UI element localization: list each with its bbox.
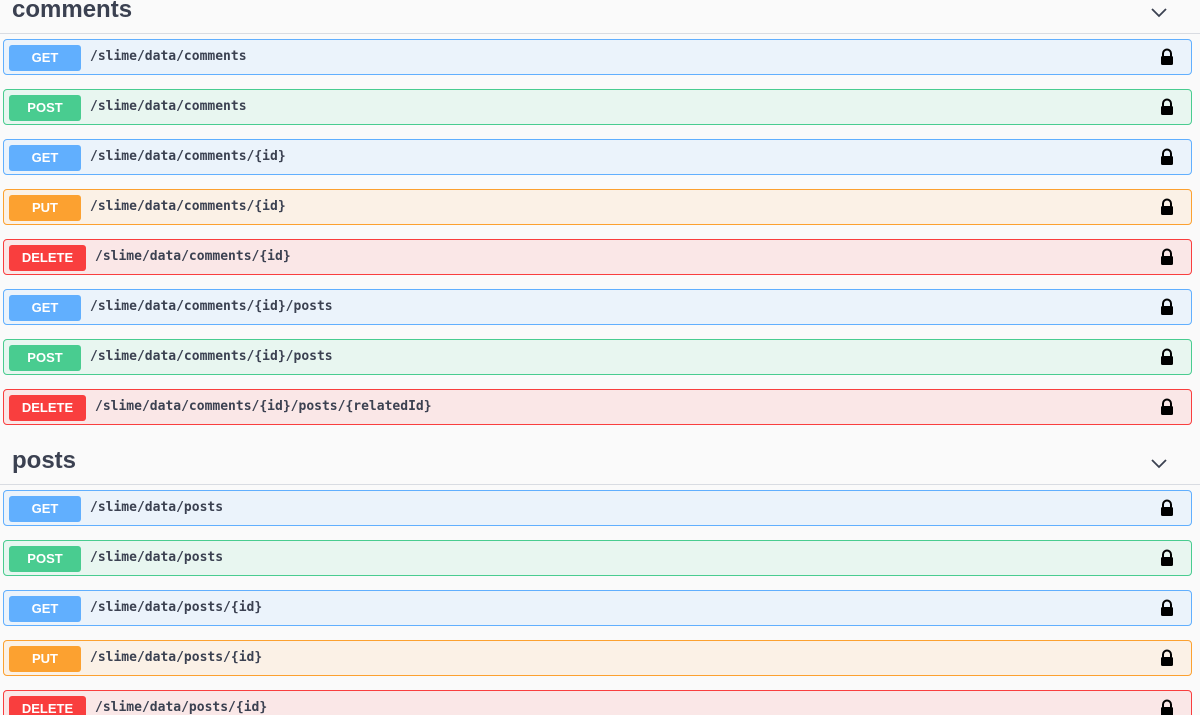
operation-path: /slime/data/comments/{id}: [95, 249, 291, 264]
operation-path: /slime/data/comments/{id}: [90, 199, 286, 214]
lock-icon[interactable]: [1159, 599, 1175, 617]
chevron-down-icon[interactable]: [1149, 453, 1169, 473]
tag-header[interactable]: comments: [0, 0, 1200, 34]
operation-path: /slime/data/comments: [90, 49, 247, 64]
operation-row[interactable]: DELETE /slime/data/posts/{id}: [3, 690, 1192, 715]
operation-path: /slime/data/comments: [90, 99, 247, 114]
tag-title: comments: [12, 0, 133, 23]
method-badge: GET: [9, 295, 81, 321]
lock-icon[interactable]: [1159, 549, 1175, 567]
lock-icon[interactable]: [1159, 248, 1175, 266]
operation-row[interactable]: DELETE /slime/data/comments/{id}: [3, 239, 1192, 275]
operation-row[interactable]: POST /slime/data/comments/{id}/posts: [3, 339, 1192, 375]
method-badge: GET: [9, 496, 81, 522]
operation-row[interactable]: POST /slime/data/posts: [3, 540, 1192, 576]
lock-icon[interactable]: [1159, 649, 1175, 667]
method-badge: GET: [9, 145, 81, 171]
method-badge: POST: [9, 345, 81, 371]
tag-header[interactable]: posts: [0, 439, 1200, 485]
operation-path: /slime/data/comments/{id}/posts/{related…: [95, 399, 432, 414]
method-badge: DELETE: [9, 245, 86, 271]
tag-title: posts: [12, 447, 77, 474]
method-badge: POST: [9, 95, 81, 121]
method-badge: GET: [9, 596, 81, 622]
operation-path: /slime/data/comments/{id}: [90, 149, 286, 164]
method-badge: GET: [9, 45, 81, 71]
operation-row[interactable]: POST /slime/data/comments: [3, 89, 1192, 125]
operation-path: /slime/data/posts: [90, 500, 224, 515]
operation-path: /slime/data/posts/{id}: [95, 700, 268, 715]
lock-icon[interactable]: [1159, 348, 1175, 366]
lock-icon[interactable]: [1159, 398, 1175, 416]
method-badge: DELETE: [9, 395, 86, 421]
lock-icon[interactable]: [1159, 499, 1175, 517]
operation-row[interactable]: DELETE /slime/data/comments/{id}/posts/{…: [3, 389, 1192, 425]
operation-path: /slime/data/posts: [90, 550, 224, 565]
method-badge: PUT: [9, 646, 81, 672]
operation-path: /slime/data/comments/{id}/posts: [90, 299, 333, 314]
operation-row[interactable]: GET /slime/data/comments/{id}/posts: [3, 289, 1192, 325]
operation-path: /slime/data/posts/{id}: [90, 600, 263, 615]
lock-icon[interactable]: [1159, 98, 1175, 116]
operations-list: GET /slime/data/posts POST /slime/data/p…: [0, 485, 1200, 715]
operation-row[interactable]: GET /slime/data/comments: [3, 39, 1192, 75]
lock-icon[interactable]: [1159, 699, 1175, 715]
operation-row[interactable]: PUT /slime/data/posts/{id}: [3, 640, 1192, 676]
method-badge: DELETE: [9, 696, 86, 715]
lock-icon[interactable]: [1159, 298, 1175, 316]
operation-path: /slime/data/comments/{id}/posts: [90, 349, 333, 364]
tag-section-posts: posts GET /slime/data/posts POST /slime/…: [0, 439, 1200, 715]
operations-list: GET /slime/data/comments POST /slime/dat…: [0, 34, 1200, 425]
lock-icon[interactable]: [1159, 48, 1175, 66]
method-badge: POST: [9, 546, 81, 572]
lock-icon[interactable]: [1159, 198, 1175, 216]
lock-icon[interactable]: [1159, 148, 1175, 166]
operation-row[interactable]: GET /slime/data/comments/{id}: [3, 139, 1192, 175]
operation-row[interactable]: GET /slime/data/posts/{id}: [3, 590, 1192, 626]
api-docs-page: comments GET /slime/data/comments POST /…: [0, 0, 1200, 715]
operation-path: /slime/data/posts/{id}: [90, 650, 263, 665]
method-badge: PUT: [9, 195, 81, 221]
chevron-down-icon[interactable]: [1149, 2, 1169, 22]
tag-section-comments: comments GET /slime/data/comments POST /…: [0, 0, 1200, 425]
operation-row[interactable]: PUT /slime/data/comments/{id}: [3, 189, 1192, 225]
operation-row[interactable]: GET /slime/data/posts: [3, 490, 1192, 526]
